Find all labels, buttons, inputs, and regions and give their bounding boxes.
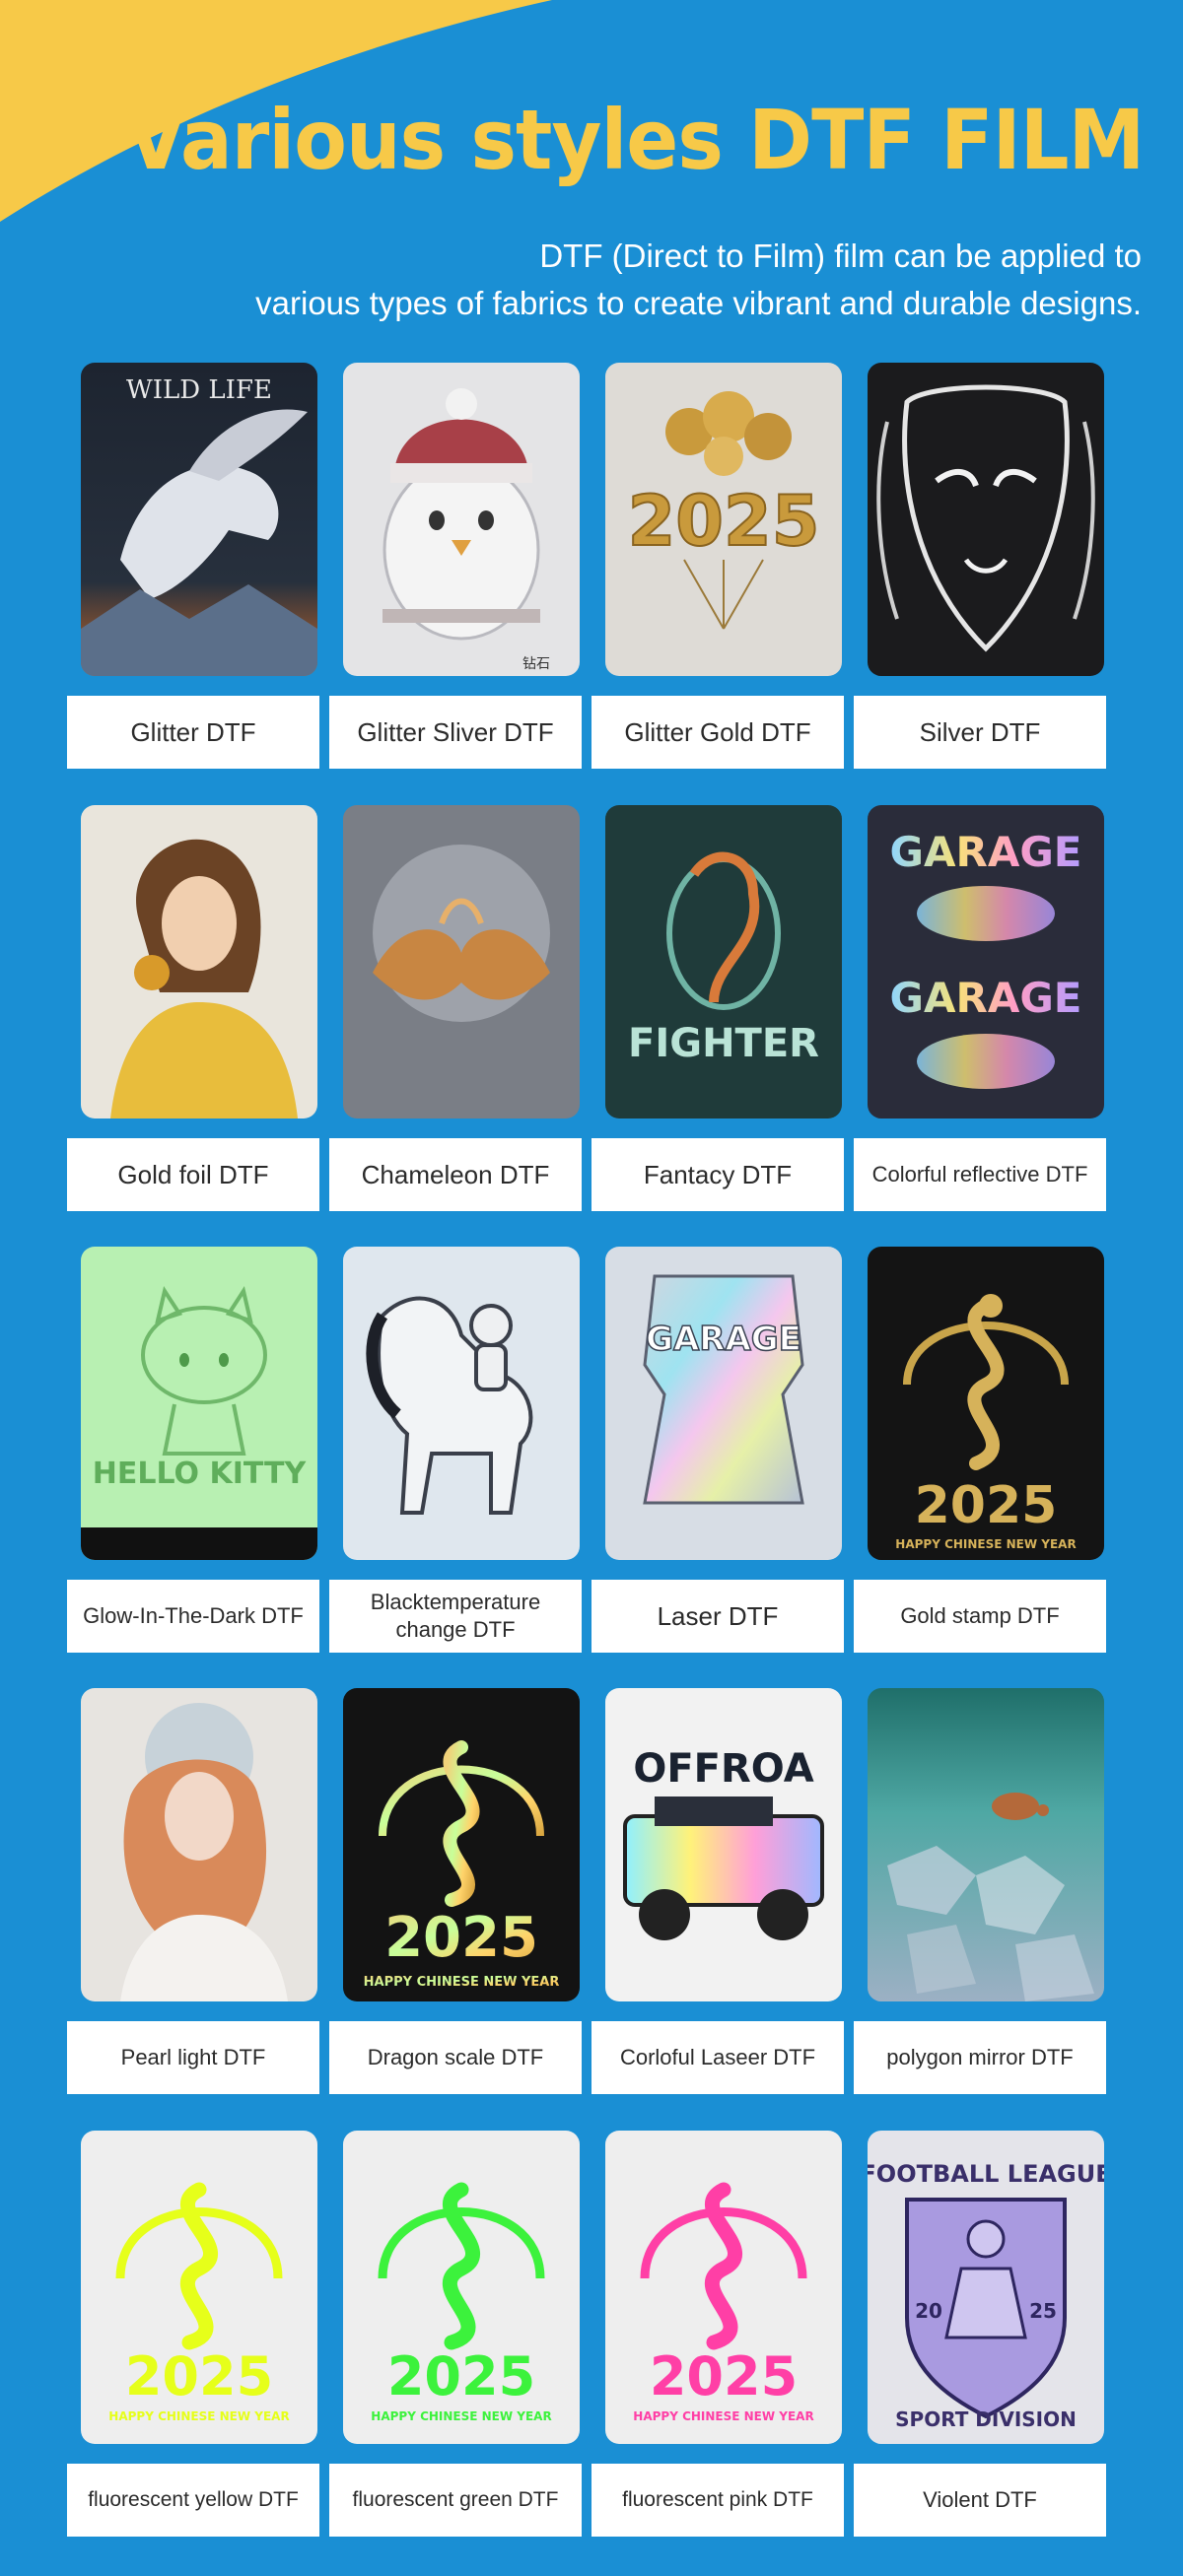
product-photo: 2025 HAPPY CHINESE NEW YEAR [343, 1688, 580, 2001]
svg-text:2025: 2025 [125, 2345, 273, 2407]
product-label: Chameleon DTF [329, 1138, 582, 1211]
svg-text:HELLO KITTY: HELLO KITTY [93, 1457, 308, 1491]
snake-icon: 2025 HAPPY CHINESE NEW YEAR [343, 1688, 580, 2001]
product-label: Glitter DTF [67, 696, 319, 769]
product-page: Various styles DTF FILM DTF (Direct to F… [0, 0, 1183, 2576]
product-photo [868, 363, 1104, 676]
product-photo: 2025 [605, 363, 842, 676]
product-photo: 2025 HAPPY CHINESE NEW YEAR [868, 1247, 1104, 1560]
product-label: Dragon scale DTF [329, 2021, 582, 2094]
product-photo [343, 1247, 580, 1560]
product-label: Pearl light DTF [67, 2021, 319, 2094]
svg-text:FIGHTER: FIGHTER [628, 1021, 819, 1066]
svg-text:HAPPY CHINESE NEW YEAR: HAPPY CHINESE NEW YEAR [108, 2409, 289, 2423]
product-photo: 2025 HAPPY CHINESE NEW YEAR [605, 2131, 842, 2444]
snake-icon: 2025 HAPPY CHINESE NEW YEAR [81, 2131, 317, 2444]
product-photo [81, 1688, 317, 2001]
svg-text:2025: 2025 [384, 1906, 538, 1970]
svg-text:HAPPY CHINESE NEW YEAR: HAPPY CHINESE NEW YEAR [895, 1537, 1076, 1551]
product-photo: WILD LIFE [81, 363, 317, 676]
product-grid: WILD LIFE Glitter DTF 钻石 Glitter Sliver … [0, 0, 1183, 2576]
fish-icon: FIGHTER [605, 805, 842, 1119]
product-photo: GARAGE [605, 1247, 842, 1560]
football-player-icon: FOOTBALL LEAGUE 20 25 SPORT DIVISION [868, 2131, 1104, 2444]
product-label: Glitter Sliver DTF [329, 696, 582, 769]
horse-astronaut-icon [343, 1247, 580, 1560]
kitty-icon: HELLO KITTY [81, 1247, 317, 1560]
product-photo: HELLO KITTY [81, 1247, 317, 1560]
product-label: Blacktemperature change DTF [329, 1580, 582, 1653]
product-label: polygon mirror DTF [854, 2021, 1106, 2094]
svg-text:钻石: 钻石 [522, 656, 550, 672]
product-photo: OFFROA [605, 1688, 842, 2001]
product-label: fluorescent yellow DTF [67, 2464, 319, 2537]
penguin-icon: 钻石 [343, 363, 580, 676]
svg-text:OFFROA: OFFROA [633, 1746, 813, 1792]
balloons-icon: 2025 [605, 363, 842, 676]
svg-text:FOOTBALL LEAGUE: FOOTBALL LEAGUE [868, 2160, 1104, 2188]
turtle-icon [868, 1688, 1104, 2001]
svg-text:GARAGE: GARAGE [646, 1320, 801, 1359]
snake-icon: 2025 HAPPY CHINESE NEW YEAR [868, 1247, 1104, 1560]
svg-text:2025: 2025 [915, 1476, 1058, 1535]
product-label: fluorescent pink DTF [592, 2464, 844, 2537]
snake-icon: 2025 HAPPY CHINESE NEW YEAR [343, 2131, 580, 2444]
product-label: Gold stamp DTF [854, 1580, 1106, 1653]
product-photo: 2025 HAPPY CHINESE NEW YEAR [81, 2131, 317, 2444]
svg-text:2025: 2025 [628, 481, 820, 562]
product-photo: GARAGE GARAGE [868, 805, 1104, 1119]
woman-portrait-icon [81, 805, 317, 1119]
svg-text:WILD LIFE: WILD LIFE [126, 375, 272, 405]
product-label: Violent DTF [854, 2464, 1106, 2537]
mask-icon [868, 363, 1104, 676]
svg-text:25: 25 [1029, 2299, 1057, 2323]
svg-text:2025: 2025 [387, 2345, 535, 2407]
koi-fish-icon [343, 805, 580, 1119]
product-photo [343, 805, 580, 1119]
woman-portrait-icon [81, 1688, 317, 2001]
product-label: Glow-In-The-Dark DTF [67, 1580, 319, 1653]
product-label: fluorescent green DTF [329, 2464, 582, 2537]
svg-text:2025: 2025 [650, 2345, 798, 2407]
product-photo: FIGHTER [605, 805, 842, 1119]
svg-text:HAPPY CHINESE NEW YEAR: HAPPY CHINESE NEW YEAR [364, 1975, 560, 1990]
svg-text:SPORT DIVISION: SPORT DIVISION [895, 2407, 1077, 2431]
product-label: Glitter Gold DTF [592, 696, 844, 769]
product-photo [81, 805, 317, 1119]
product-label: Corloful Laseer DTF [592, 2021, 844, 2094]
product-label: Laser DTF [592, 1580, 844, 1653]
product-label: Gold foil DTF [67, 1138, 319, 1211]
product-label: Colorful reflective DTF [854, 1138, 1106, 1211]
svg-text:HAPPY CHINESE NEW YEAR: HAPPY CHINESE NEW YEAR [633, 2409, 813, 2423]
product-label: Silver DTF [854, 696, 1106, 769]
product-photo: 2025 HAPPY CHINESE NEW YEAR [343, 2131, 580, 2444]
snake-icon: 2025 HAPPY CHINESE NEW YEAR [605, 2131, 842, 2444]
svg-text:HAPPY CHINESE NEW YEAR: HAPPY CHINESE NEW YEAR [371, 2409, 551, 2423]
jeep-icon: OFFROA [605, 1688, 842, 2001]
svg-text:GARAGE: GARAGE [890, 974, 1082, 1022]
product-label: Fantacy DTF [592, 1138, 844, 1211]
product-photo: FOOTBALL LEAGUE 20 25 SPORT DIVISION [868, 2131, 1104, 2444]
svg-text:GARAGE: GARAGE [890, 828, 1082, 876]
holographic-badge-icon: GARAGE [605, 1247, 842, 1560]
product-photo [868, 1688, 1104, 2001]
svg-text:20: 20 [915, 2299, 942, 2323]
pegasus-icon: WILD LIFE [81, 363, 317, 676]
reflective-text-icon: GARAGE GARAGE [868, 805, 1104, 1119]
product-photo: 钻石 [343, 363, 580, 676]
